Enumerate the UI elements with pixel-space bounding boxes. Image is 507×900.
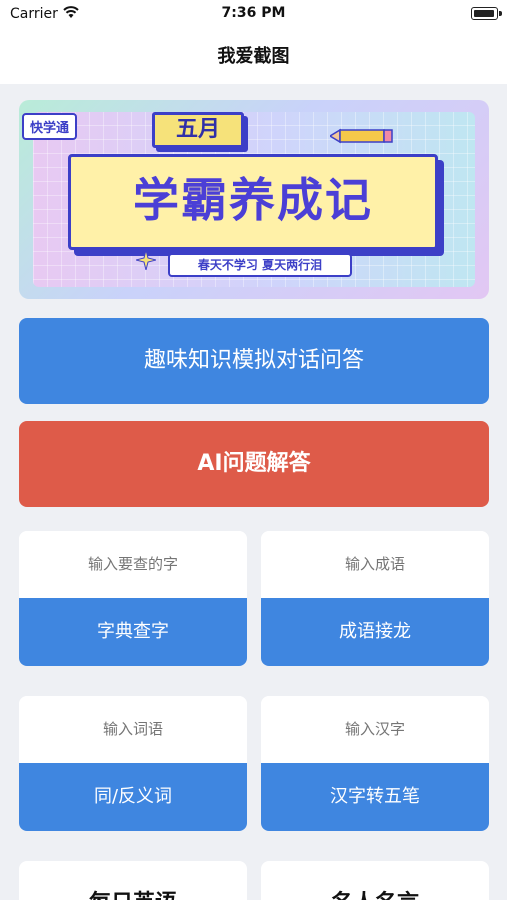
famous-quotes-label: 名人名言 (261, 885, 489, 900)
word-input[interactable] (19, 696, 247, 763)
navigation-bar: 我爱截图 (0, 28, 507, 84)
knowledge-qa-button[interactable]: 趣味知识模拟对话问答 (19, 318, 489, 404)
wubi-card: 汉字转五笔 (261, 696, 489, 831)
daily-english-label: 每日英语 (19, 885, 247, 900)
ai-answer-button[interactable]: AI问题解答 (19, 421, 489, 507)
idiom-chain-card: 成语接龙 (261, 531, 489, 666)
dictionary-card: 字典查字 (19, 531, 247, 666)
hanzi-to-wubi-button[interactable]: 汉字转五笔 (261, 763, 489, 831)
hanzi-input[interactable] (261, 696, 489, 763)
idiom-input[interactable] (261, 531, 489, 598)
dictionary-button[interactable]: 字典查字 (19, 598, 247, 666)
clock: 7:36 PM (221, 5, 286, 21)
banner-title: 学霸养成记 (133, 173, 373, 227)
battery-icon (471, 7, 502, 20)
banner-brand-tag: 快学通 (22, 113, 78, 140)
banner-month-tag: 五月 (152, 112, 244, 148)
banner-subtitle: 春天不学习 夏天两行泪 (168, 253, 352, 277)
pencil-icon (330, 128, 393, 144)
page-title: 我爱截图 (217, 46, 290, 67)
synonym-card: 同/反义词 (19, 696, 247, 831)
status-bar: Carrier 7:36 PM (0, 0, 507, 28)
sparkle-icon (136, 250, 156, 270)
synonym-antonym-button[interactable]: 同/反义词 (19, 763, 247, 831)
famous-quotes-card[interactable]: 名人名言 (261, 861, 489, 900)
daily-english-card[interactable]: 每日英语 (19, 861, 247, 900)
dictionary-input[interactable] (19, 531, 247, 598)
idiom-chain-button[interactable]: 成语接龙 (261, 598, 489, 666)
